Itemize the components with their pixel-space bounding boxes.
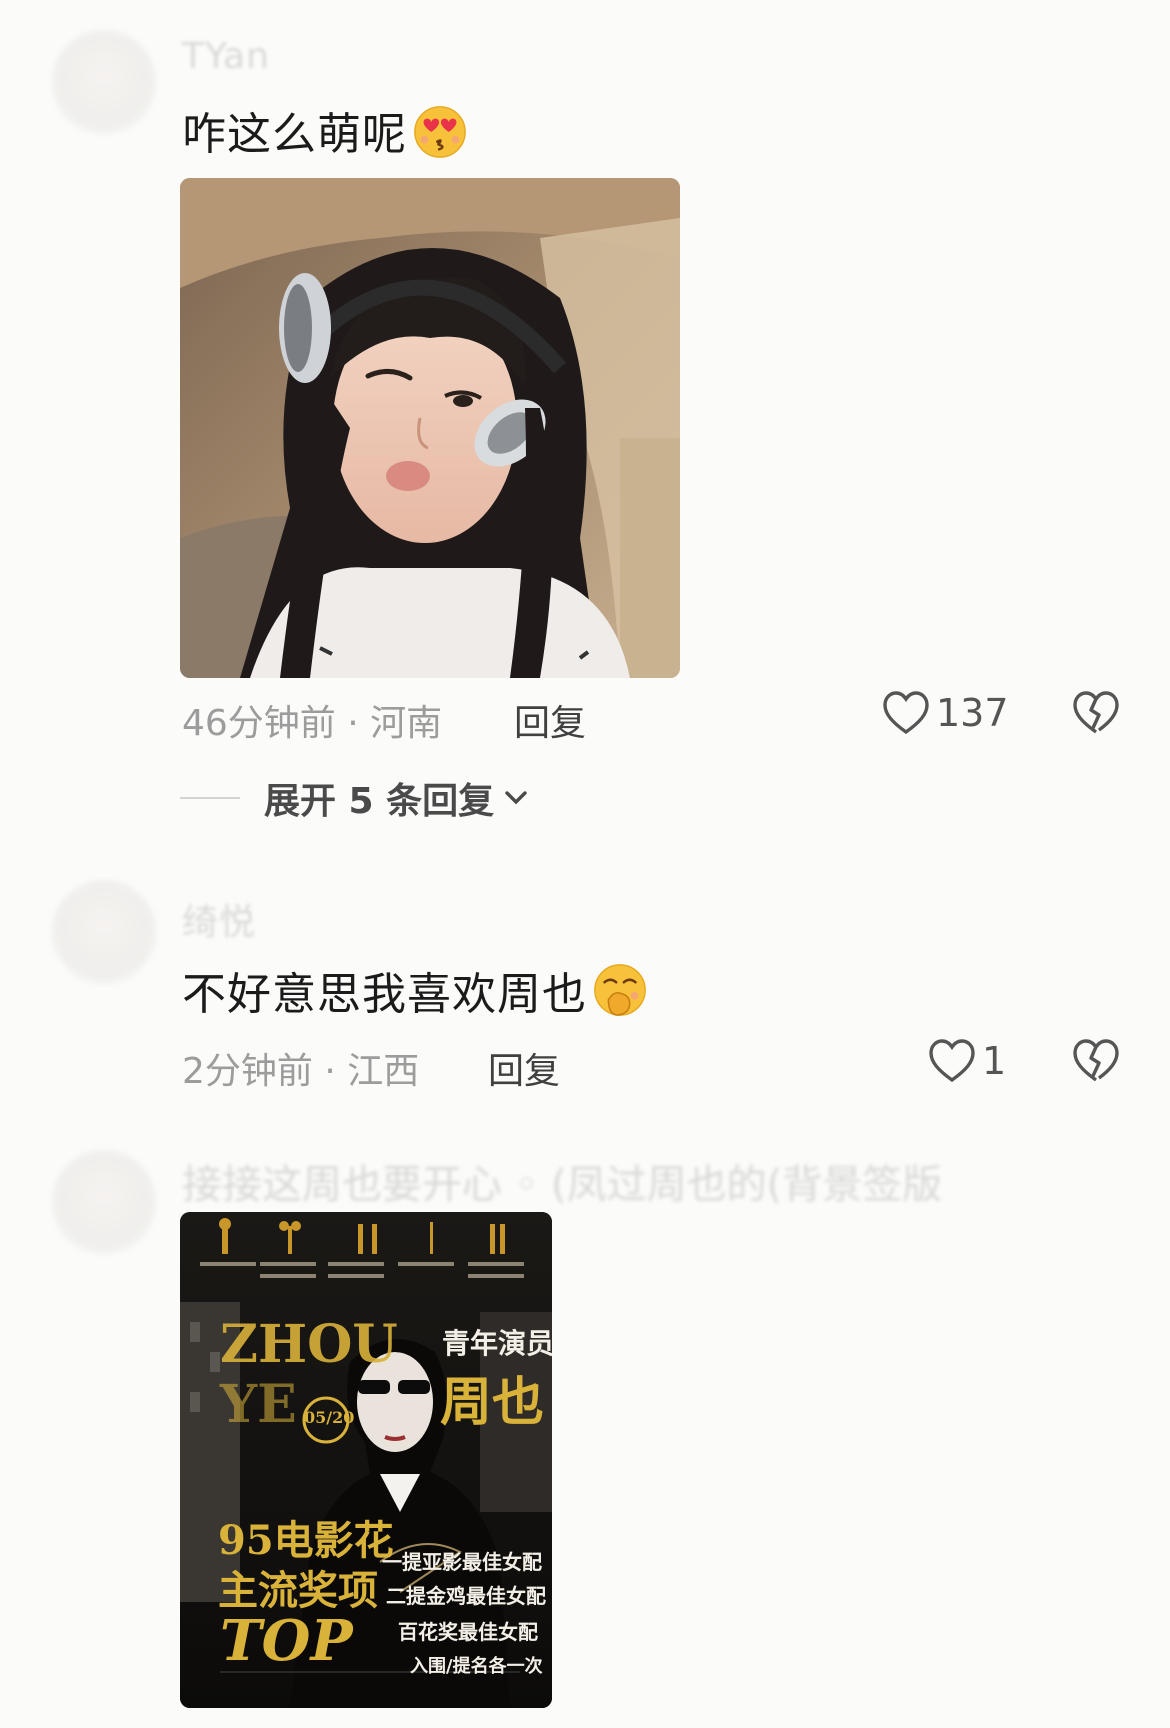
reply-button[interactable]: 回复 <box>488 1042 560 1094</box>
hand-over-mouth-emoji-icon <box>594 964 646 1016</box>
username[interactable]: 绮悦 <box>182 893 256 945</box>
username[interactable]: TYan <box>182 36 270 77</box>
like-count: 1 <box>982 1039 1007 1083</box>
reply-button[interactable]: 回复 <box>514 694 586 746</box>
expand-replies-label: 展开 5 条回复 <box>264 781 495 822</box>
comment-text: 咋这么萌呢 <box>182 98 469 162</box>
poster-award-3: 百花奖最佳女配 <box>398 1620 538 1644</box>
heart-outline-icon <box>929 1039 975 1083</box>
comment-meta: 2分钟前 · 江西 <box>182 1042 419 1094</box>
comment-time: 2分钟前 <box>182 1051 313 1092</box>
expand-replies-button[interactable]: 展开 5 条回复 <box>180 772 530 824</box>
meta-separator: · <box>347 703 371 744</box>
comment-location: 江西 <box>347 1051 420 1092</box>
comment-photo[interactable] <box>180 178 680 678</box>
avatar[interactable] <box>52 880 156 984</box>
divider-line <box>180 797 240 799</box>
avatar[interactable] <box>52 1150 156 1254</box>
avatar[interactable] <box>52 30 156 134</box>
comment-text-content: 不好意思我喜欢周也 <box>182 969 587 1020</box>
comment-location: 河南 <box>370 703 443 744</box>
like-button[interactable]: 137 <box>882 690 1009 736</box>
heart-eyes-kiss-emoji-icon <box>414 106 466 158</box>
like-count: 137 <box>936 691 1009 735</box>
heart-outline-icon <box>883 691 929 735</box>
poster-award-2: 二提金鸡最佳女配 <box>386 1584 546 1608</box>
poster-name: 周也 <box>440 1372 545 1433</box>
broken-heart-icon[interactable] <box>1072 1038 1120 1084</box>
comment-text: 不好意思我喜欢周也 <box>182 958 649 1022</box>
chevron-down-icon <box>505 791 527 805</box>
broken-heart-icon[interactable] <box>1072 690 1120 736</box>
svg-text:ZHOU: ZHOU <box>220 1314 398 1375</box>
comment-poster-image[interactable]: ZHOU YE 青年演员 周也 05/20 95电影花 主流奖项 TOP 一提亚… <box>180 1212 552 1708</box>
comment-text-faded: 接接这周也要开心 ◦ (凤过周也的(背景签版 <box>182 1162 943 1208</box>
poster-title-top: 青年演员 <box>442 1327 552 1360</box>
comment-text-content: 咋这么萌呢 <box>182 109 407 160</box>
meta-separator: · <box>324 1051 348 1092</box>
like-button[interactable]: 1 <box>928 1038 1006 1084</box>
poster-date: 05/20 <box>304 1408 355 1427</box>
poster-award-1: 一提亚影最佳女配 <box>382 1550 542 1574</box>
poster-award-4: 入围/提名各一次 <box>410 1656 543 1677</box>
comment-time: 46分钟前 <box>182 703 336 744</box>
svg-text:YE: YE <box>219 1374 297 1435</box>
poster-headline-3: TOP <box>220 1608 353 1674</box>
comment-meta: 46分钟前 · 河南 <box>182 694 442 746</box>
